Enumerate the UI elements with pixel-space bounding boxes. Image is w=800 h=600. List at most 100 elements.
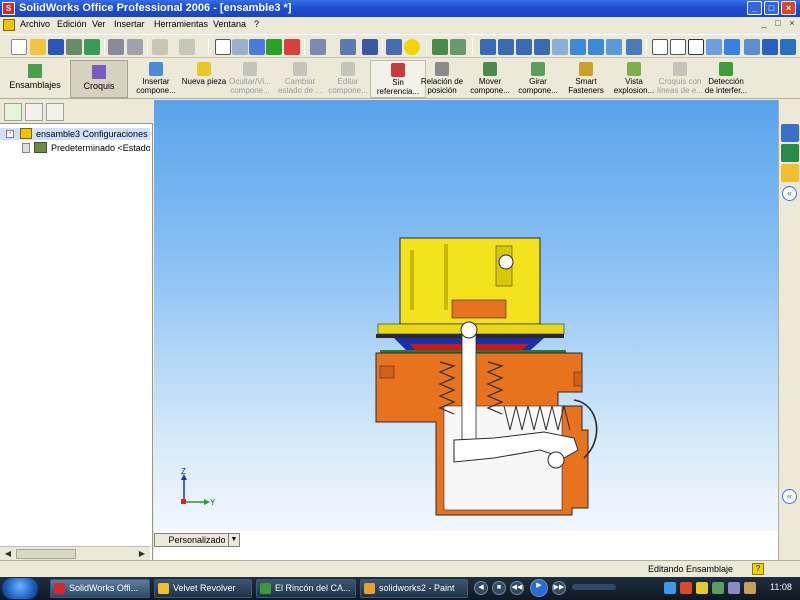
status-help-icon[interactable]: ? (752, 563, 764, 575)
document-icon[interactable] (3, 19, 15, 31)
file-explorer-icon[interactable] (781, 164, 799, 182)
wireframe-icon[interactable] (652, 39, 668, 55)
media-rewind-icon[interactable]: ◀◀ (510, 581, 524, 595)
shaded-icon[interactable] (724, 39, 740, 55)
horizontal-scrollbar[interactable]: ◀ ▶ (0, 546, 150, 560)
section-view-icon[interactable] (744, 39, 760, 55)
select-arrow-icon[interactable] (215, 39, 231, 55)
command-new-part[interactable]: Nueva pieza (178, 60, 230, 98)
command-rotate-component[interactable]: Girar compone... (512, 60, 564, 98)
command-interference-detection[interactable]: Detección de interfer... (700, 60, 752, 98)
media-prev-icon[interactable]: ◀ (474, 581, 488, 595)
taskbar-button[interactable]: SolidWorks Offi... (50, 579, 150, 598)
media-stop-icon[interactable]: ■ (492, 581, 506, 595)
smart-mate-icon[interactable] (450, 39, 466, 55)
network-icon[interactable] (664, 582, 676, 594)
scroll-left-arrow-icon[interactable]: ◀ (2, 548, 14, 560)
mdi-close-button[interactable]: × (786, 18, 798, 30)
standard-views-icon[interactable] (626, 39, 642, 55)
messenger-icon[interactable] (696, 582, 708, 594)
rebuild-icon[interactable] (249, 39, 265, 55)
measure-icon[interactable] (362, 39, 378, 55)
shaded-with-edges-icon[interactable] (706, 39, 722, 55)
volume-icon[interactable] (728, 582, 740, 594)
tree-config-default[interactable]: Predeterminado <Estado d (0, 142, 150, 154)
new-document-icon[interactable] (11, 39, 27, 55)
menu-herramientas[interactable]: Herramientas (154, 19, 208, 29)
maximize-button[interactable]: □ (764, 1, 779, 15)
taskbar-button[interactable]: El Rincón del CA... (256, 579, 356, 598)
volume-slider[interactable] (572, 584, 616, 590)
media-forward-icon[interactable]: ▶▶ (552, 581, 566, 595)
clock[interactable]: 11:08 (770, 582, 792, 592)
grid-icon[interactable] (284, 39, 300, 55)
start-button[interactable] (2, 578, 38, 599)
command-mate[interactable]: Relación de posición (416, 60, 468, 98)
menu-ver[interactable]: Ver (92, 19, 106, 29)
tree-root[interactable]: - ensamble3 Configuraciones (0, 128, 150, 140)
command-move-component[interactable]: Mover compone... (464, 60, 516, 98)
update-icon[interactable] (712, 582, 724, 594)
perspective-icon[interactable] (762, 39, 778, 55)
assembly-section-view[interactable]: Z Y (154, 100, 778, 531)
zoom-to-fit-icon[interactable] (480, 39, 496, 55)
mdi-restore-button[interactable]: □ (772, 18, 784, 30)
menu-insertar[interactable]: Insertar (114, 19, 145, 29)
hidden-lines-removed-icon[interactable] (688, 39, 704, 55)
menu-archivo[interactable]: Archivo (20, 19, 50, 29)
open-folder-icon[interactable] (30, 39, 46, 55)
3d-drawing-view-icon[interactable] (606, 39, 622, 55)
zoom-selection-icon[interactable] (534, 39, 550, 55)
menu-help[interactable]: ? (254, 19, 259, 29)
view-orientation-icon[interactable] (340, 39, 356, 55)
print-preview-icon[interactable] (127, 39, 143, 55)
command-smart-fasteners[interactable]: Smart Fasteners (560, 60, 612, 98)
make-drawing-icon[interactable] (66, 39, 82, 55)
save-icon[interactable] (48, 39, 64, 55)
print-icon[interactable] (108, 39, 124, 55)
design-library-icon[interactable] (781, 144, 799, 162)
close-button[interactable]: × (781, 1, 796, 15)
configuration-dropdown-icon[interactable]: ▼ (228, 534, 239, 546)
solidworks-app-icon[interactable]: S (2, 2, 15, 15)
mate-toolbar-icon[interactable] (432, 39, 448, 55)
menu-ventana[interactable]: Ventana (213, 19, 246, 29)
undo-icon[interactable] (152, 39, 168, 55)
redo-icon[interactable] (179, 39, 195, 55)
command-exploded-view[interactable]: Vista explosion... (608, 60, 660, 98)
collapse-toggle[interactable]: - (6, 130, 14, 138)
feature-tree-tab-icon[interactable] (4, 103, 22, 121)
scroll-right-arrow-icon[interactable]: ▶ (136, 548, 148, 560)
tab-croquis[interactable]: Croquis (70, 60, 128, 98)
zoom-icon[interactable] (552, 39, 568, 55)
tab-ensamblajes[interactable]: Ensamblajes (4, 60, 66, 98)
taskbar-button[interactable]: solidworks2 - Paint (360, 579, 468, 598)
rotate-view-icon[interactable] (570, 39, 586, 55)
tray-app-icon[interactable] (744, 582, 756, 594)
media-play-icon[interactable]: ▶ (530, 579, 548, 597)
minimize-button[interactable]: _ (747, 1, 762, 15)
zoom-area-icon[interactable] (498, 39, 514, 55)
options-icon[interactable] (310, 39, 326, 55)
mdi-minimize-button[interactable]: _ (758, 18, 770, 30)
solidworks-resources-icon[interactable] (781, 124, 799, 142)
antivirus-icon[interactable] (680, 582, 692, 594)
scroll-thumb[interactable] (16, 549, 76, 559)
expand-task-pane-icon[interactable]: « (782, 186, 797, 201)
properties-icon[interactable] (386, 39, 402, 55)
hidden-lines-visible-icon[interactable] (670, 39, 686, 55)
shadows-icon[interactable] (780, 39, 796, 55)
expand-task-pane-bottom-icon[interactable]: « (782, 489, 797, 504)
menu-edicion[interactable]: Edición (57, 19, 87, 29)
configuration-manager-tab-icon[interactable] (46, 103, 64, 121)
select-filter-icon[interactable] (232, 39, 248, 55)
help-icon[interactable] (404, 39, 420, 55)
traffic-light-icon[interactable] (266, 39, 282, 55)
zoom-in-out-icon[interactable] (516, 39, 532, 55)
property-manager-tab-icon[interactable] (25, 103, 43, 121)
graphics-area[interactable]: Z Y (154, 100, 778, 531)
command-insert-component[interactable]: Insertar compone... (130, 60, 182, 98)
pan-icon[interactable] (588, 39, 604, 55)
make-assembly-icon[interactable] (84, 39, 100, 55)
taskbar-button[interactable]: Velvet Revolver (154, 579, 252, 598)
